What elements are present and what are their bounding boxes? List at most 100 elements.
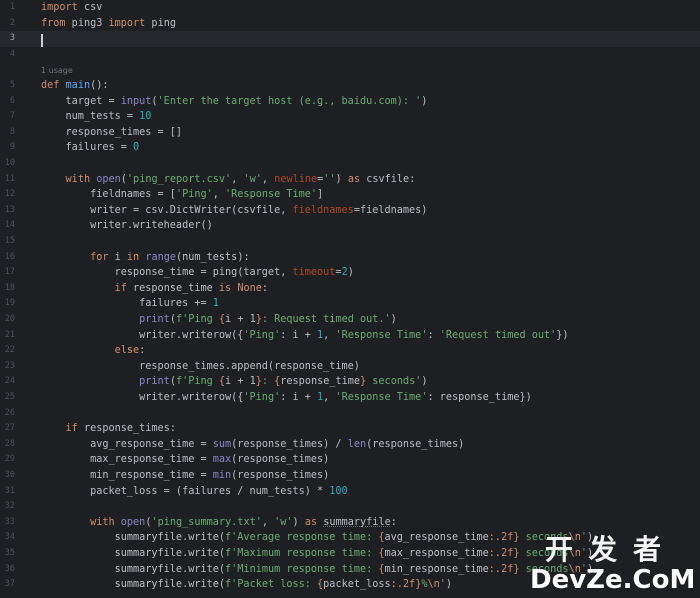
line-number: 14 — [4, 220, 15, 231]
line-number: 6 — [9, 95, 15, 106]
code-line[interactable]: 16 for i in range(num_tests): — [0, 250, 700, 266]
line-code[interactable]: else: — [41, 343, 146, 359]
line-number: 7 — [9, 111, 15, 122]
line-number: 34 — [4, 532, 15, 543]
line-number: 28 — [4, 438, 15, 449]
line-code[interactable]: def main(): — [41, 78, 109, 94]
line-code[interactable]: if response_time is None: — [41, 281, 268, 297]
line-code[interactable]: import csv — [41, 0, 102, 16]
line-code[interactable]: print(f'Ping {i + 1}: {response_time} se… — [41, 374, 427, 390]
line-number: 5 — [9, 80, 15, 90]
line-code[interactable]: summaryfile.write(f'Maximum response tim… — [41, 546, 594, 562]
code-line[interactable]: 27 if response_times: — [0, 421, 700, 437]
line-code[interactable]: packet_loss = (failures / num_tests) * 1… — [41, 484, 348, 500]
line-code[interactable]: writer.writerow({'Ping': i + 1, 'Respons… — [41, 328, 568, 344]
code-line[interactable]: 5 def main(): — [0, 78, 700, 94]
watermark-logo: 开发者 DevZe.CoM — [530, 534, 696, 596]
code-line[interactable]: 29 max_response_time = max(response_time… — [0, 452, 700, 468]
code-line[interactable]: 9 failures = 0 — [0, 140, 700, 156]
line-number: 3 — [9, 33, 15, 44]
line-code[interactable]: failures += 1 — [41, 296, 219, 312]
line-number: 35 — [4, 548, 15, 558]
line-code[interactable]: print(f'Ping {i + 1}: Request timed out.… — [41, 312, 397, 328]
line-code[interactable]: with open('ping_report.csv', 'w', newlin… — [41, 172, 416, 188]
line-number: 20 — [4, 314, 15, 324]
code-line[interactable]: 19 failures += 1 — [0, 296, 700, 312]
line-code[interactable]: from ping3 import ping — [41, 16, 176, 32]
line-number: 19 — [4, 298, 15, 309]
code-line[interactable]: 25 writer.writerow({'Ping': i + 1, 'Resp… — [0, 390, 700, 406]
code-line[interactable]: 12 fieldnames = ['Ping', 'Response Time'… — [0, 187, 700, 203]
code-line[interactable]: 21 writer.writerow({'Ping': i + 1, 'Resp… — [0, 328, 700, 344]
code-line[interactable]: 11 with open('ping_report.csv', 'w', new… — [0, 172, 700, 188]
line-code[interactable]: num_tests = 10 — [41, 109, 152, 125]
line-number: 26 — [4, 407, 15, 418]
line-number: 22 — [4, 345, 15, 356]
code-line[interactable]: 23 response_times.append(response_time) — [0, 359, 700, 375]
code-line[interactable]: 22 else: — [0, 343, 700, 359]
line-code[interactable]: min_response_time = min(response_times) — [41, 468, 329, 484]
line-code[interactable]: fieldnames = ['Ping', 'Response Time'] — [41, 187, 323, 203]
line-code[interactable]: response_times.append(response_time) — [41, 359, 360, 375]
code-line[interactable]: 28 avg_response_time = sum(response_time… — [0, 437, 700, 453]
line-number: 33 — [4, 516, 15, 527]
line-code[interactable]: response_times = [] — [41, 125, 183, 141]
code-line[interactable]: 4 — [0, 47, 700, 63]
line-code[interactable]: max_response_time = max(response_times) — [41, 452, 329, 468]
line-number: 9 — [9, 142, 15, 153]
code-line[interactable]: 26 — [0, 406, 700, 422]
line-code[interactable]: writer = csv.DictWriter(csvfile, fieldna… — [41, 203, 427, 219]
line-code[interactable]: if response_times: — [41, 421, 176, 437]
code-line[interactable]: 32 — [0, 499, 700, 515]
code-line[interactable]: 15 — [0, 234, 700, 250]
code-line[interactable]: 10 — [0, 156, 700, 172]
code-line[interactable]: 18 if response_time is None: — [0, 281, 700, 297]
code-line[interactable]: 8 response_times = [] — [0, 125, 700, 141]
usage-hint[interactable]: 1 usage — [41, 66, 73, 75]
line-code[interactable]: summaryfile.write(f'Packet loss: {packet… — [41, 577, 452, 593]
code-line[interactable]: 6 target = input('Enter the target host … — [0, 94, 700, 110]
code-line[interactable]: 20 print(f'Ping {i + 1}: Request timed o… — [0, 312, 700, 328]
line-number: 29 — [4, 454, 15, 465]
line-number: 17 — [4, 267, 15, 278]
line-code[interactable]: avg_response_time = sum(response_times) … — [41, 437, 464, 453]
line-code[interactable]: summaryfile.write(f'Minimum response tim… — [41, 562, 594, 578]
line-number: 32 — [4, 501, 15, 512]
line-code[interactable]: failures = 0 — [41, 140, 140, 156]
line-number: 24 — [4, 376, 15, 387]
code-line[interactable]: 30 min_response_time = min(response_time… — [0, 468, 700, 484]
line-number: 36 — [4, 563, 15, 574]
code-line[interactable]: 31 packet_loss = (failures / num_tests) … — [0, 484, 700, 500]
text-caret — [41, 34, 43, 47]
line-number: 15 — [4, 236, 15, 246]
code-line[interactable]: 2 from ping3 import ping — [0, 16, 700, 32]
line-code[interactable]: target = input('Enter the target host (e… — [41, 94, 428, 110]
line-number: 18 — [4, 282, 15, 293]
line-number: 27 — [4, 423, 15, 434]
line-number: 8 — [9, 126, 15, 137]
line-number: 37 — [4, 579, 15, 590]
line-code[interactable]: summaryfile.write(f'Average response tim… — [41, 530, 594, 546]
code-line[interactable]: 3 — [0, 31, 700, 47]
line-code[interactable]: for i in range(num_tests): — [41, 250, 250, 266]
line-number: 11 — [4, 173, 15, 184]
line-number: 31 — [4, 485, 15, 496]
line-number: 23 — [4, 360, 15, 371]
code-line[interactable]: 7 num_tests = 10 — [0, 109, 700, 125]
line-code[interactable]: response_time = ping(target, timeout=2) — [41, 265, 354, 281]
line-code[interactable]: writer.writerow({'Ping': i + 1, 'Respons… — [41, 390, 532, 406]
line-number: 1 — [9, 2, 15, 12]
code-line[interactable]: 17 response_time = ping(target, timeout=… — [0, 265, 700, 281]
line-number: 2 — [9, 17, 15, 28]
code-editor[interactable]: 1 import csv 2 from ping3 import ping 3 4 5 def… — [0, 0, 700, 598]
code-line[interactable]: 24 print(f'Ping {i + 1}: {response_time}… — [0, 374, 700, 390]
line-code[interactable]: with open('ping_summary.txt', 'w') as su… — [41, 515, 397, 531]
code-line[interactable]: 13 writer = csv.DictWriter(csvfile, fiel… — [0, 203, 700, 219]
code-line[interactable]: 1 import csv — [0, 0, 700, 16]
line-number: 10 — [4, 158, 15, 168]
line-code[interactable]: writer.writeheader() — [41, 218, 213, 234]
watermark-bottom-text: DevZe.CoM — [530, 565, 696, 595]
code-line[interactable]: 33 with open('ping_summary.txt', 'w') as… — [0, 515, 700, 531]
code-line[interactable]: 14 writer.writeheader() — [0, 218, 700, 234]
line-number: 13 — [4, 204, 15, 215]
